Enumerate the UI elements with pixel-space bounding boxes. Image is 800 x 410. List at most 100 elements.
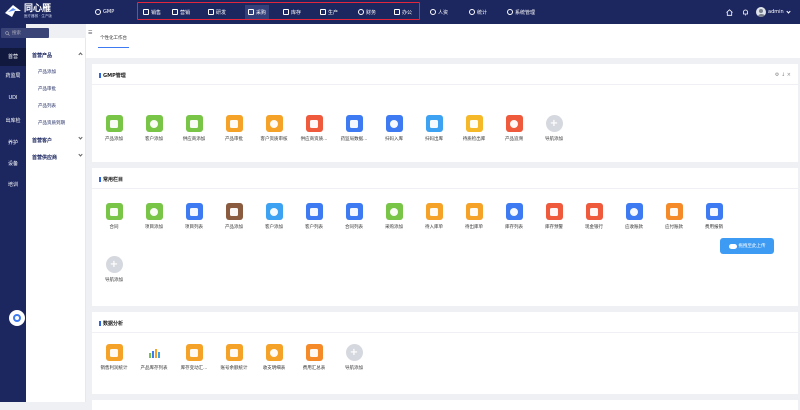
tab-workbench[interactable]: 个性化工作台 (98, 35, 129, 48)
tile-label: 扫码出库 (425, 137, 443, 142)
tile-gmp-6[interactable]: 药监局数据... (341, 115, 367, 142)
tile-icon (305, 344, 323, 361)
tile-analysis-4[interactable]: 收支明细表 (262, 344, 286, 371)
tile-label: 产品添加 (225, 225, 243, 230)
tile-label: 收支明细表 (262, 366, 286, 371)
tile-icon (425, 115, 443, 132)
tile-label: 客户列表 (305, 225, 323, 230)
subitem-product-expiry[interactable]: 产品资质到期 (38, 120, 65, 126)
tile-label: 产品审批 (225, 137, 243, 142)
sidebar-item-drug-admin[interactable]: 药监局 (0, 72, 26, 79)
sidebar-search[interactable]: 搜索 (1, 28, 49, 38)
tile-gmp-10[interactable]: 产品追溯 (502, 115, 526, 142)
tile-common-1[interactable]: 项目添加 (142, 203, 166, 230)
tile-gmp-11[interactable]: + 导航添加 (542, 115, 566, 142)
user-menu[interactable]: admin (756, 5, 791, 19)
arrow-down-icon[interactable]: ↓ (781, 72, 785, 78)
clock-icon (469, 9, 475, 15)
tile-analysis-6[interactable]: + 导航添加 (342, 344, 366, 371)
nav-hr[interactable]: 人资 (430, 5, 448, 19)
card-title: GMP管理 (99, 72, 126, 79)
tile-label: 待出库单 (465, 225, 483, 230)
tile-gmp-2[interactable]: 供应商添加 (182, 115, 206, 142)
sidebar-item-first-camp[interactable]: 首营 (0, 48, 26, 66)
tile-analysis-5[interactable]: 费用汇总表 (302, 344, 326, 371)
nav-gmp[interactable]: GMP (95, 5, 114, 19)
cloud-upload-icon (728, 243, 737, 249)
card-gmp: GMP管理 ⚙ ↓ × 产品添加 客户添加 供应商添加 产品审批 客户资质审核 供应商资质… (92, 64, 798, 162)
subitem-product-list[interactable]: 产品列表 (38, 103, 56, 109)
nav-statistics[interactable]: 统计 (469, 5, 487, 19)
tile-label: 待入库单 (425, 225, 443, 230)
tile-icon (345, 115, 363, 132)
tile-gmp-9[interactable]: 待质检出库 (462, 115, 486, 142)
tile-gmp-5[interactable]: 供应商资质... (301, 115, 327, 142)
bell-icon[interactable] (742, 5, 749, 19)
tile-icon (225, 203, 243, 220)
tile-icon (465, 115, 483, 132)
tile-common-8[interactable]: 待入库单 (422, 203, 446, 230)
tile-common-13[interactable]: 应收账款 (622, 203, 646, 230)
tile-analysis-0[interactable]: 销售利润统计 (101, 344, 128, 371)
sidebar-item-outbound-check[interactable]: 出库检 (0, 117, 26, 124)
tile-gmp-8[interactable]: 扫码出库 (422, 115, 446, 142)
tile-gmp-0[interactable]: 产品添加 (102, 115, 126, 142)
card-title: 常用栏目 (99, 176, 123, 183)
tile-label: 项目添加 (145, 225, 163, 230)
home-icon[interactable] (726, 5, 733, 19)
tile-common-10[interactable]: 库存列表 (502, 203, 526, 230)
tile-common-9[interactable]: 待出库单 (462, 203, 486, 230)
subitem-product-approve[interactable]: 产品审批 (38, 86, 56, 92)
subgroup-suppliers[interactable]: 首营供应商 (32, 152, 83, 161)
subitem-product-add[interactable]: 产品添加 (38, 69, 56, 75)
tile-common-2[interactable]: 项目列表 (182, 203, 206, 230)
tile-label: 项目列表 (185, 225, 203, 230)
tab-bar: ☰ 个性化工作台 (86, 24, 800, 58)
tile-common-0[interactable]: 合同 (102, 203, 126, 230)
tile-common-3[interactable]: 产品添加 (222, 203, 246, 230)
tile-icon (665, 203, 683, 220)
subgroup-products[interactable]: 首营产品 (32, 52, 83, 59)
tile-common-6[interactable]: 合同列表 (342, 203, 366, 230)
tile-analysis-1[interactable]: 产品库存列表 (141, 344, 168, 371)
tile-label: 应收账款 (625, 225, 643, 230)
tile-common-14[interactable]: 应付账款 (662, 203, 686, 230)
tile-icon (465, 203, 483, 220)
subgroup-customers[interactable]: 首营客户 (32, 135, 83, 144)
upload-button[interactable]: 拖拽至此上传 (720, 238, 774, 254)
nav-system[interactable]: 系统管理 (507, 5, 535, 19)
tile-common-5[interactable]: 客户列表 (302, 203, 326, 230)
tile-analysis-3[interactable]: 账号余额统计 (221, 344, 248, 371)
gear-icon (95, 9, 101, 15)
tile-icon (545, 203, 563, 220)
sidebar-item-udi[interactable]: UDI (0, 95, 26, 101)
sidebar-item-equipment[interactable]: 设备 (0, 160, 26, 167)
tile-common-11[interactable]: 库存预警 (542, 203, 566, 230)
tile-label: 扫码入库 (385, 137, 403, 142)
tile-label: 产品追溯 (505, 137, 523, 142)
tile-common-12[interactable]: 现金银行 (582, 203, 606, 230)
tile-icon (105, 203, 123, 220)
tile-label: 药监局数据... (340, 137, 368, 142)
tile-label: 客户资质审核 (260, 137, 288, 142)
tile-common-16[interactable]: + 导航添加 (102, 256, 126, 283)
tile-gmp-3[interactable]: 产品审批 (222, 115, 246, 142)
tile-analysis-2[interactable]: 库存变动汇... (181, 344, 207, 371)
close-icon[interactable]: × (787, 72, 791, 78)
tile-common-15[interactable]: 费用报销 (702, 203, 726, 230)
collapse-icon[interactable]: ☰ (88, 30, 92, 36)
tile-common-4[interactable]: 客户添加 (262, 203, 286, 230)
left-sidebar: 搜索 首营 药监局 UDI 出库检 养护 设备 培训 (0, 24, 49, 402)
sidebar-item-maintenance[interactable]: 养护 (0, 139, 26, 146)
assistant-float-button[interactable] (9, 310, 25, 326)
tile-gmp-4[interactable]: 客户资质审核 (261, 115, 288, 142)
tile-label: 合同列表 (345, 225, 363, 230)
tile-gmp-1[interactable]: 客户添加 (142, 115, 166, 142)
tile-gmp-7[interactable]: 扫码入库 (382, 115, 406, 142)
sidebar-item-training[interactable]: 培训 (0, 181, 26, 188)
tile-common-7[interactable]: 采购添加 (382, 203, 406, 230)
tile-icon (425, 203, 443, 220)
settings-icon[interactable]: ⚙ (775, 72, 779, 78)
app-subtitle: 医疗器械 · 生产版 (24, 13, 52, 18)
app-title: 同心雁 (24, 3, 52, 14)
